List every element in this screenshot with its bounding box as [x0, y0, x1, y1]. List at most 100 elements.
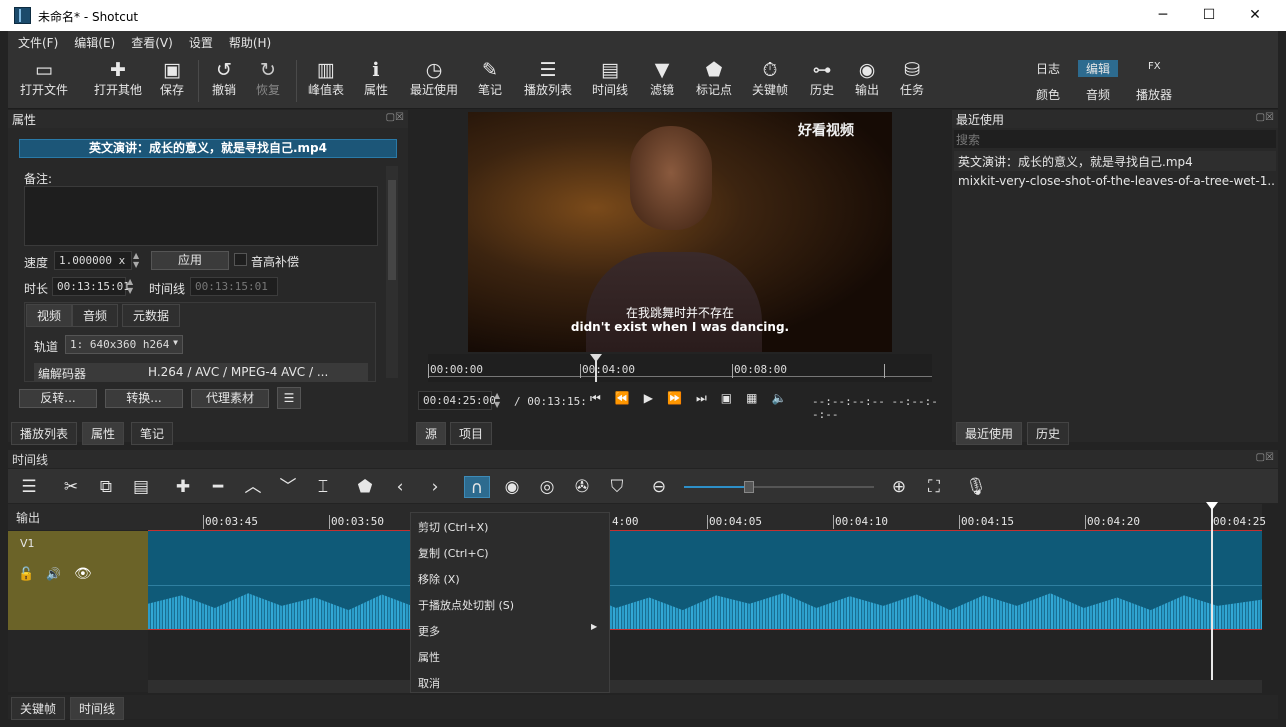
open-other-button[interactable]: ✚ 打开其他: [88, 57, 148, 98]
zoom-slider-handle[interactable]: [744, 481, 754, 493]
menu-help[interactable]: 帮助(H): [219, 31, 277, 51]
zoom-icon[interactable]: ▣: [721, 391, 746, 405]
tab-audio[interactable]: 音频: [72, 304, 119, 327]
redo-button[interactable]: ↻ 恢复: [252, 57, 284, 98]
layout-player[interactable]: 播放器: [1136, 86, 1172, 103]
panel-float-close-icon[interactable]: ▢☒: [1256, 452, 1274, 463]
next-marker-icon[interactable]: ›: [422, 476, 448, 498]
video-preview[interactable]: 好看视频 在我跳舞时并不存在 didn't exist when I was d…: [468, 112, 892, 352]
copy-icon[interactable]: ⧉: [93, 476, 119, 498]
pitch-compensation-checkbox[interactable]: [234, 253, 247, 266]
grid-icon[interactable]: ▦: [746, 391, 771, 405]
fast-forward-icon[interactable]: ⏩: [667, 391, 696, 405]
tab-metadata[interactable]: 元数据: [122, 304, 181, 327]
duration-input[interactable]: 00:13:15:01: [52, 277, 130, 296]
skip-previous-icon[interactable]: ⏮: [590, 391, 615, 405]
note-textarea[interactable]: [24, 186, 378, 246]
save-button[interactable]: ▣ 保存: [156, 57, 188, 98]
position-spinner[interactable]: ▲ ▼: [494, 391, 506, 410]
snap-magnet-icon[interactable]: ∩: [464, 476, 490, 498]
timeline-menu-icon[interactable]: ☰: [16, 476, 42, 498]
notes-button[interactable]: ✎ 笔记: [474, 57, 506, 98]
tab-timeline[interactable]: 时间线: [70, 697, 125, 720]
tab-playlist[interactable]: 播放列表: [11, 422, 78, 445]
menu-item-cut[interactable]: 剪切 (Ctrl+X): [418, 519, 488, 535]
playlist-button[interactable]: ☰ 播放列表: [520, 57, 576, 98]
ripple-all-tracks-icon[interactable]: ✇: [569, 476, 595, 498]
maximize-button[interactable]: ☐: [1186, 0, 1232, 31]
layout-editing[interactable]: 编辑: [1078, 60, 1119, 77]
reverse-button[interactable]: 反转...: [19, 389, 97, 408]
menu-item-cancel[interactable]: 取消: [418, 675, 440, 691]
ripple-icon[interactable]: ◎: [534, 476, 560, 498]
zoom-in-icon[interactable]: ⊕: [886, 476, 912, 498]
paste-icon[interactable]: ▤: [128, 476, 154, 498]
menu-view[interactable]: 查看(V): [121, 31, 179, 51]
properties-button[interactable]: ℹ 属性: [360, 57, 392, 98]
duration-spinner[interactable]: ▲ ▼: [127, 277, 139, 296]
history-button[interactable]: ⊶ 历史: [806, 57, 838, 98]
zoom-slider[interactable]: [684, 481, 874, 493]
menu-item-remove[interactable]: 移除 (X): [418, 571, 460, 587]
previous-marker-icon[interactable]: ‹: [387, 476, 413, 498]
undo-button[interactable]: ↺ 撤销: [208, 57, 240, 98]
tab-recent[interactable]: 最近使用: [956, 422, 1023, 445]
scrub-bar[interactable]: 00:00:00 00:04:00 00:08:00: [428, 354, 932, 382]
rewind-icon[interactable]: ⏪: [615, 391, 644, 405]
tab-history[interactable]: 历史: [1027, 422, 1070, 445]
tab-source[interactable]: 源: [416, 422, 447, 445]
record-audio-microphone-icon[interactable]: 🎙: [963, 476, 989, 498]
ripple-markers-icon[interactable]: ⛉: [604, 476, 630, 498]
speed-spinner[interactable]: ▲ ▼: [133, 251, 145, 270]
export-button[interactable]: ◉ 输出: [851, 57, 883, 98]
recent-search-input[interactable]: 搜索: [954, 130, 1276, 148]
recent-button[interactable]: ◷ 最近使用: [406, 57, 462, 98]
menu-file[interactable]: 文件(F): [8, 31, 64, 51]
layout-logging[interactable]: 日志: [1036, 60, 1060, 77]
timeline-playhead-marker[interactable]: [1206, 502, 1218, 510]
properties-scrollbar[interactable]: [386, 166, 398, 378]
panel-float-close-icon[interactable]: ▢☒: [1256, 112, 1274, 123]
track-select[interactable]: 1: 640x360 h264 ▼: [65, 335, 183, 354]
timeline-playhead[interactable]: [1211, 504, 1213, 680]
lift-up-icon[interactable]: ︿: [240, 476, 266, 498]
minimize-button[interactable]: ─: [1140, 0, 1186, 31]
timeline-horizontal-scrollbar[interactable]: [148, 680, 1262, 693]
tab-project[interactable]: 项目: [450, 422, 493, 445]
jobs-button[interactable]: ⛁ 任务: [896, 57, 928, 98]
tab-video[interactable]: 视频: [26, 304, 73, 327]
apply-speed-button[interactable]: 应用: [151, 251, 229, 270]
hide-eye-icon[interactable]: 👁: [74, 566, 92, 582]
tab-keyframes[interactable]: 关键帧: [11, 697, 66, 720]
tab-notes[interactable]: 笔记: [131, 422, 174, 445]
tab-properties[interactable]: 属性: [82, 422, 125, 445]
menu-edit[interactable]: 编辑(E): [64, 31, 121, 51]
clip-name-field[interactable]: 英文演讲：成长的意义，就是寻找自己.mp4: [19, 139, 397, 158]
zoom-out-icon[interactable]: ⊖: [646, 476, 672, 498]
proxy-button[interactable]: 代理素材: [191, 389, 269, 408]
volume-icon[interactable]: 🔈: [771, 391, 800, 405]
menu-item-copy[interactable]: 复制 (Ctrl+C): [418, 545, 489, 561]
scrub-drag-eye-icon[interactable]: ◉: [499, 476, 525, 498]
zoom-fit-icon[interactable]: ⛶: [921, 476, 947, 498]
keyframes-button[interactable]: ⏱ 关键帧: [748, 57, 792, 98]
play-icon[interactable]: ▶: [644, 391, 667, 405]
panel-float-close-icon[interactable]: ▢☒: [386, 112, 404, 123]
open-file-button[interactable]: ▭ 打开文件: [18, 57, 70, 98]
properties-menu-button[interactable]: ☰: [277, 387, 301, 409]
speed-input[interactable]: 1.000000 x: [54, 251, 132, 270]
markers-button[interactable]: ⬟ 标记点: [692, 57, 736, 98]
menu-item-properties[interactable]: 属性: [418, 649, 440, 665]
recent-item[interactable]: 英文演讲：成长的意义，就是寻找自己.mp4: [954, 151, 1276, 171]
timeline-button[interactable]: ▤ 时间线: [588, 57, 632, 98]
close-button[interactable]: ✕: [1232, 0, 1278, 31]
lock-icon[interactable]: 🔓: [18, 567, 34, 582]
overwrite-down-icon[interactable]: ﹀: [275, 476, 301, 498]
split-icon[interactable]: ⌶: [310, 476, 336, 498]
recent-item[interactable]: mixkit-very-close-shot-of-the-leaves-of-…: [954, 172, 1276, 192]
layout-color[interactable]: 颜色: [1036, 86, 1060, 103]
cut-scissors-icon[interactable]: ✂: [58, 476, 84, 498]
skip-next-icon[interactable]: ⏭: [696, 391, 721, 405]
remove-minus-icon[interactable]: ━: [205, 476, 231, 498]
position-timecode[interactable]: 00:04:25:00: [418, 391, 496, 410]
